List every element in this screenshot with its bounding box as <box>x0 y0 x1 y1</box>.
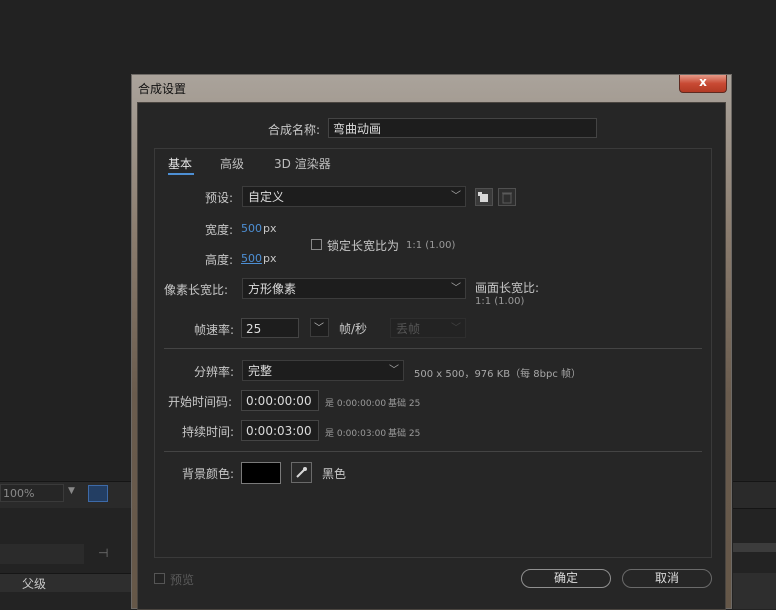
tab-panel <box>154 148 712 558</box>
chevron-down-icon[interactable]: ▼ <box>68 486 80 500</box>
start-timecode-label: 开始时间码: <box>168 395 233 409</box>
start-timecode-base: 基础 25 <box>388 399 421 409</box>
width-value[interactable]: 500 <box>241 222 262 235</box>
composition-settings-dialog: 合成设置 x 合成名称: 弯曲动画 基本 高级 3D 渲染器 预设: 自定义 ﹀… <box>131 74 732 610</box>
height-unit: px <box>263 252 277 265</box>
eyedropper-button[interactable] <box>291 462 312 483</box>
comp-name-label: 合成名称: <box>268 123 321 137</box>
drop-frame-value: 丢帧 <box>396 322 421 336</box>
bg-color-label: 背景颜色: <box>182 467 235 481</box>
preset-select[interactable]: 自定义 ﹀ <box>242 186 466 207</box>
frame-rate-dropdown[interactable]: ﹀ <box>310 318 329 337</box>
preview-label: 预览 <box>170 573 195 587</box>
preset-value: 自定义 <box>248 190 285 204</box>
resolution-info: 500 x 500，976 KB（每 8bpc 帧） <box>414 369 582 380</box>
comp-name-input[interactable]: 弯曲动画 <box>328 118 597 138</box>
chevron-down-icon: ﹀ <box>451 191 461 202</box>
frame-aspect-label: 画面长宽比: <box>475 281 540 295</box>
duration-is: 是 0:00:03:00 <box>325 429 387 439</box>
new-preset-icon <box>478 192 488 202</box>
eyedropper-icon <box>296 467 307 478</box>
ok-button[interactable]: 确定 <box>521 569 611 588</box>
chevron-down-icon: ﹀ <box>314 323 324 334</box>
dialog-body: 合成名称: 弯曲动画 基本 高级 3D 渲染器 预设: 自定义 ﹀ 宽度: 50… <box>137 102 726 610</box>
duration-base: 基础 25 <box>388 429 421 439</box>
timeline-column-header <box>0 573 135 592</box>
height-label: 高度: <box>205 253 234 267</box>
divider <box>164 451 702 452</box>
lock-aspect-checkbox[interactable] <box>311 239 322 250</box>
dialog-title: 合成设置 <box>138 82 187 96</box>
width-unit: px <box>263 222 277 235</box>
start-timecode-input[interactable]: 0:00:00:00 <box>241 390 319 411</box>
new-preset-button[interactable] <box>475 188 493 206</box>
lock-aspect-label: 锁定长宽比为 <box>327 239 400 253</box>
close-icon: x <box>699 75 707 89</box>
chevron-down-icon: ﹀ <box>451 283 461 294</box>
frame-rate-input[interactable]: 25 <box>241 318 299 338</box>
close-button[interactable]: x <box>679 75 727 93</box>
pixel-aspect-value: 方形像素 <box>248 282 297 296</box>
duration-label: 持续时间: <box>182 425 235 439</box>
duration-input[interactable]: 0:00:03:00 <box>241 420 319 441</box>
resolution-value: 完整 <box>248 364 273 378</box>
frame-aspect-value: 1:1 (1.00) <box>475 296 525 307</box>
viewer-toolbar-right <box>733 481 776 509</box>
parent-column-label: 父级 <box>22 577 47 591</box>
cancel-button[interactable]: 取消 <box>622 569 712 588</box>
timeline-panel-right <box>733 573 776 609</box>
frame-rate-label: 帧速率: <box>194 323 235 337</box>
pixel-aspect-label: 像素长宽比: <box>164 283 229 297</box>
bg-color-swatch[interactable] <box>241 462 281 484</box>
bg-color-name: 黑色 <box>322 467 347 481</box>
lock-aspect-ratio: 1:1 (1.00) <box>406 240 456 251</box>
timeline-scrollbar[interactable] <box>733 543 776 552</box>
delete-preset-button[interactable] <box>498 188 516 206</box>
timeline-search-input[interactable] <box>0 544 84 564</box>
height-value[interactable]: 500 <box>241 252 262 265</box>
resolution-select[interactable]: 完整 ﹀ <box>242 360 404 381</box>
preview-checkbox[interactable] <box>154 573 165 584</box>
frame-rate-unit: 帧/秒 <box>339 322 368 336</box>
chevron-down-icon: ﹀ <box>389 365 399 376</box>
network-icon[interactable]: ⊣ <box>98 546 108 560</box>
delete-preset-icon <box>502 192 512 204</box>
start-timecode-is: 是 0:00:00:00 <box>325 399 387 409</box>
grid-toggle-button[interactable] <box>88 485 108 502</box>
width-label: 宽度: <box>205 223 234 237</box>
divider <box>164 348 702 349</box>
resolution-label: 分辨率: <box>194 365 235 379</box>
chevron-down-icon: ﹀ <box>451 323 461 334</box>
drop-frame-select: 丢帧 ﹀ <box>390 318 466 338</box>
pixel-aspect-select[interactable]: 方形像素 ﹀ <box>242 278 466 299</box>
preset-label: 预设: <box>205 191 234 205</box>
zoom-select[interactable]: 100% <box>0 484 64 502</box>
